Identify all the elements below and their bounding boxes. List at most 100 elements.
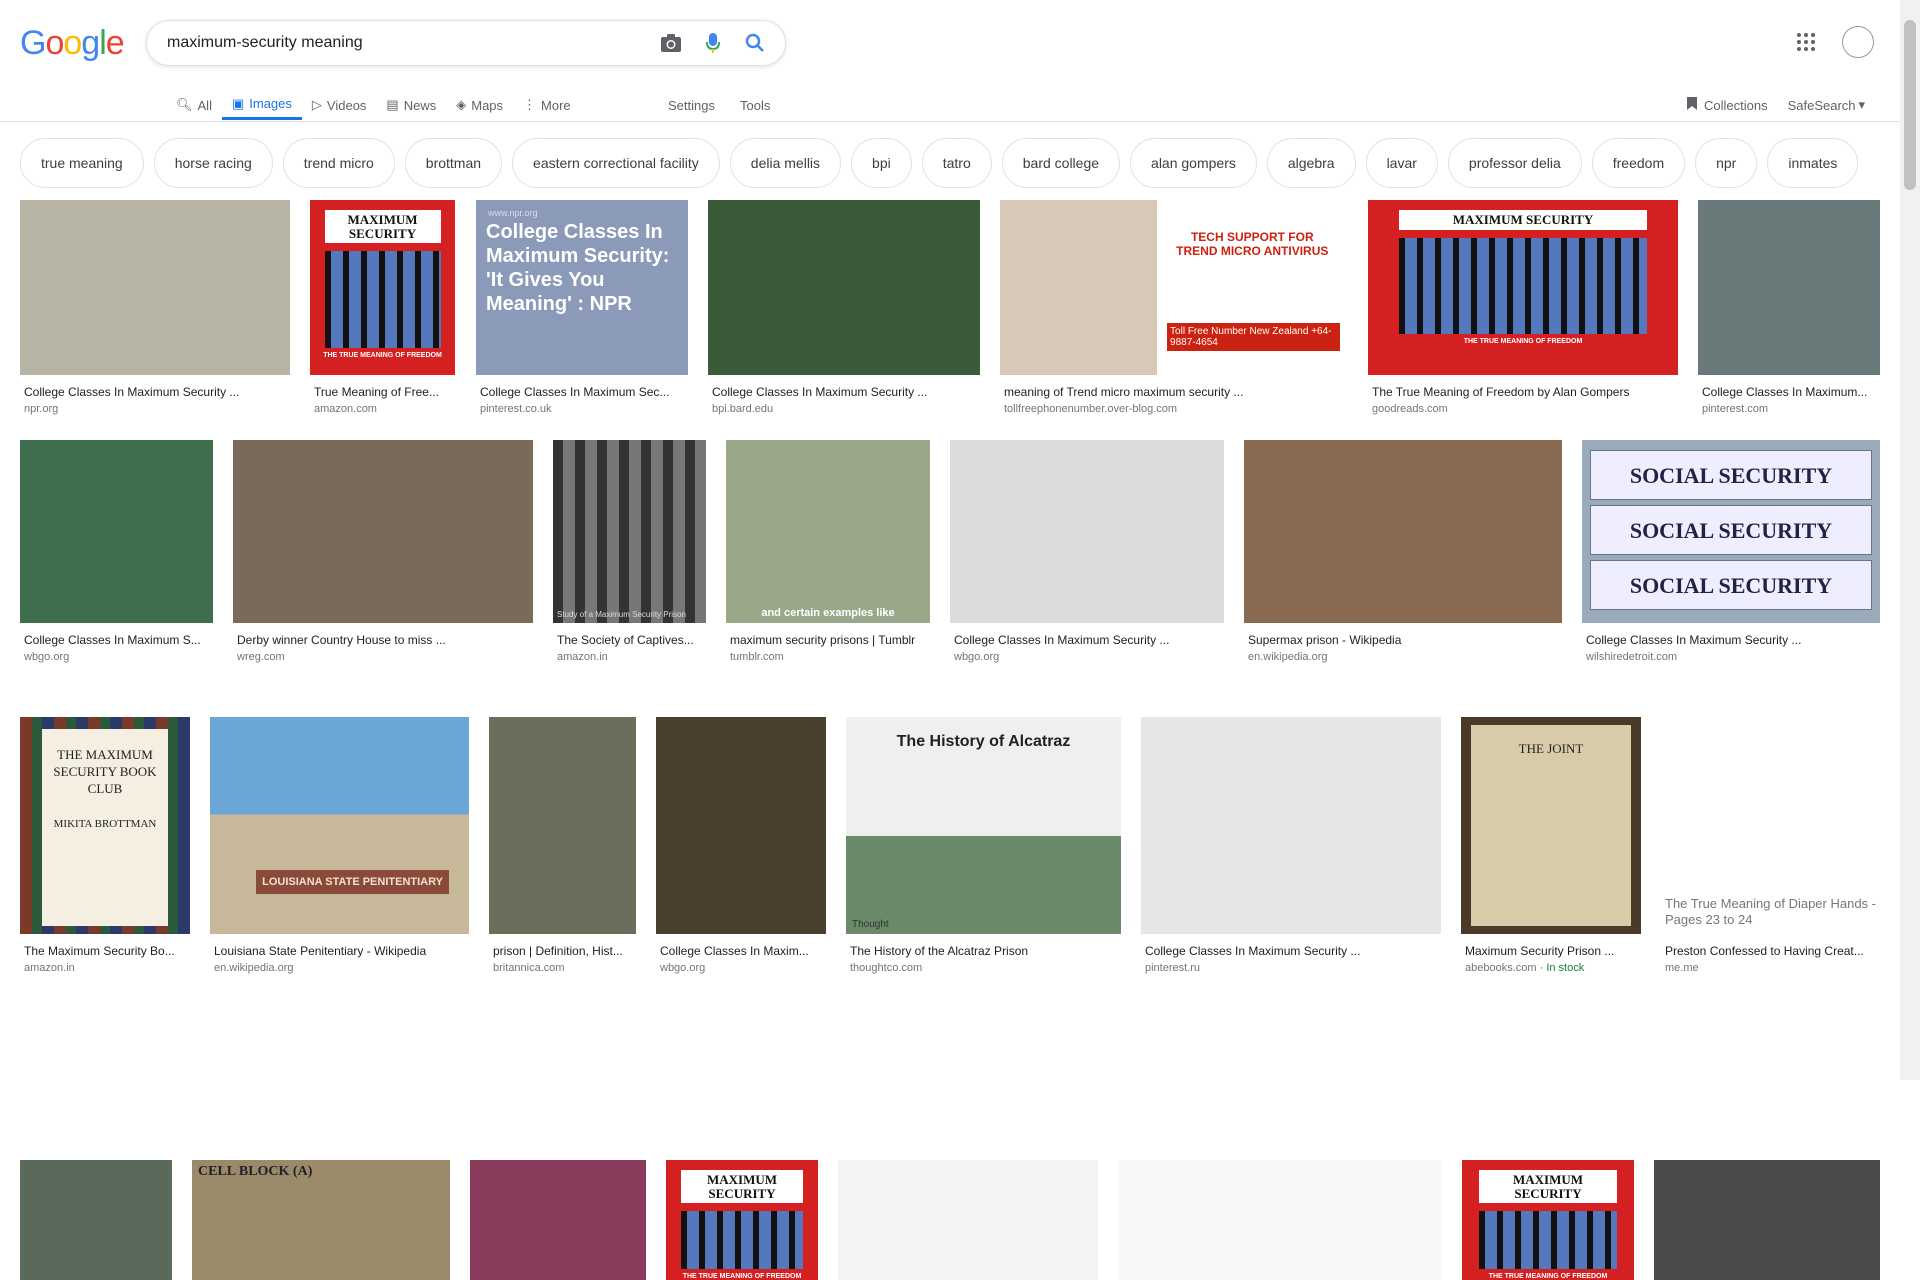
image-result[interactable]: MAXIMUM SECURITY THE TRUE MEANING OF FREE… <box>310 200 455 415</box>
image-result[interactable]: College Classes In Maximum... pinterest.c… <box>1698 200 1880 415</box>
image-result[interactable]: THE MAXIMUM SECURITY BOOK CLUB MIKITA BRO… <box>20 717 190 974</box>
result-thumbnail[interactable]: Study of a Maximum Security Prison <box>553 440 706 623</box>
image-result[interactable] <box>470 1160 646 1280</box>
result-title[interactable]: College Classes In Maximum Security ... <box>1582 633 1880 647</box>
result-thumbnail[interactable]: THE JOINT <box>1461 717 1641 934</box>
tab-maps[interactable]: ◈ Maps <box>446 90 513 120</box>
tools-link[interactable]: Tools <box>740 90 770 120</box>
related-chip[interactable]: bpi <box>851 138 912 188</box>
image-result[interactable]: College Classes In Maximum Security ... p… <box>1141 717 1441 974</box>
related-chip[interactable]: delia mellis <box>729 138 842 188</box>
result-thumbnail[interactable] <box>20 440 213 623</box>
result-title[interactable]: maximum security prisons | Tumblr <box>726 633 930 647</box>
result-thumbnail[interactable] <box>1654 1160 1880 1280</box>
related-chip[interactable]: algebra <box>1266 138 1356 188</box>
tab-more[interactable]: ⋮ More <box>513 90 581 120</box>
result-title[interactable]: The History of the Alcatraz Prison <box>846 944 1121 958</box>
result-title[interactable]: College Classes In Maximum Security ... <box>20 385 290 399</box>
image-result[interactable]: prison | Definition, Hist... britannica.c… <box>489 717 636 974</box>
google-logo[interactable]: Google <box>20 24 125 63</box>
related-chip[interactable]: npr <box>1695 138 1758 188</box>
result-title[interactable]: College Classes In Maximum Security ... <box>708 385 980 399</box>
image-result[interactable]: College Classes In Maximum S... wbgo.org <box>20 440 213 663</box>
related-chip[interactable]: professor delia <box>1447 138 1582 188</box>
search-box[interactable] <box>146 20 786 66</box>
image-result[interactable]: Derby winner Country House to miss ... wr… <box>233 440 533 663</box>
result-title[interactable]: College Classes In Maxim... <box>656 944 826 958</box>
image-result[interactable]: Supermax prison - Wikipedia en.wikipedia.… <box>1244 440 1562 663</box>
related-chip[interactable]: true meaning <box>20 138 144 188</box>
result-thumbnail[interactable]: THE MAXIMUM SECURITY BOOK CLUB MIKITA BRO… <box>20 717 190 934</box>
result-title[interactable]: Supermax prison - Wikipedia <box>1244 633 1562 647</box>
result-thumbnail[interactable]: The True Meaning of Diaper Hands - Pages… <box>1661 717 1880 934</box>
image-result[interactable]: MAXIMUM SECURITY THE TRUE MEANING OF FREE… <box>666 1160 818 1280</box>
image-result[interactable] <box>1654 1160 1880 1280</box>
image-result[interactable] <box>20 1160 172 1280</box>
image-result[interactable]: MAXIMUM SECURITY THE TRUE MEANING OF FREE… <box>1368 200 1678 415</box>
result-title[interactable]: prison | Definition, Hist... <box>489 944 636 958</box>
result-thumbnail[interactable]: and certain examples like <box>726 440 930 623</box>
scrollbar-thumb[interactable] <box>1904 20 1916 190</box>
result-title[interactable]: True Meaning of Free... <box>310 385 455 399</box>
result-thumbnail[interactable] <box>708 200 980 375</box>
result-thumbnail[interactable]: www.npr.org College Classes In Maximum Se… <box>476 200 688 375</box>
result-title[interactable]: College Classes In Maximum... <box>1698 385 1880 399</box>
image-result[interactable] <box>838 1160 1098 1280</box>
image-result[interactable]: College Classes In Maximum Security ... n… <box>20 200 290 415</box>
result-thumbnail[interactable] <box>838 1160 1098 1280</box>
result-thumbnail[interactable]: MAXIMUM SECURITY THE TRUE MEANING OF FREE… <box>1368 200 1678 375</box>
result-thumbnail[interactable]: TECH SUPPORT FOR TREND MICRO ANTIVIRUS To… <box>1000 200 1348 375</box>
related-chip[interactable]: inmates <box>1767 138 1859 188</box>
image-result[interactable]: MAXIMUM SECURITY THE TRUE MEANING OF FREE… <box>1462 1160 1634 1280</box>
image-result[interactable]: College Classes In Maxim... wbgo.org <box>656 717 826 974</box>
image-result[interactable]: College Classes In Maximum Security ... b… <box>708 200 980 415</box>
microphone-icon[interactable] <box>701 31 725 55</box>
related-chip[interactable]: alan gompers <box>1130 138 1257 188</box>
result-thumbnail[interactable]: MAXIMUM SECURITY THE TRUE MEANING OF FREE… <box>310 200 455 375</box>
image-result[interactable]: CELL BLOCK (A) <box>192 1160 450 1280</box>
safesearch-dropdown[interactable]: SafeSearch ▾ <box>1788 97 1865 113</box>
related-chip[interactable]: trend micro <box>282 138 395 188</box>
tab-news[interactable]: ▤ News <box>376 90 446 120</box>
result-thumbnail[interactable] <box>20 200 290 375</box>
result-thumbnail[interactable]: MAXIMUM SECURITY THE TRUE MEANING OF FREE… <box>1462 1160 1634 1280</box>
search-input[interactable] <box>167 34 659 52</box>
result-thumbnail[interactable] <box>1698 200 1880 375</box>
image-result[interactable]: The History of Alcatraz Thought The Histor… <box>846 717 1121 974</box>
result-thumbnail[interactable] <box>20 1160 172 1280</box>
image-result[interactable] <box>1118 1160 1442 1280</box>
image-result[interactable]: and certain examples like maximum securit… <box>726 440 930 663</box>
related-chip[interactable]: tatro <box>921 138 992 188</box>
result-thumbnail[interactable] <box>656 717 826 934</box>
related-chip[interactable]: eastern correctional facility <box>512 138 720 188</box>
result-thumbnail[interactable] <box>1244 440 1562 623</box>
account-avatar[interactable] <box>1842 26 1874 58</box>
tab-videos[interactable]: ▷ Videos <box>302 90 377 120</box>
result-thumbnail[interactable] <box>1141 717 1441 934</box>
result-thumbnail[interactable]: MAXIMUM SECURITY THE TRUE MEANING OF FREE… <box>666 1160 818 1280</box>
result-title[interactable]: College Classes In Maximum Sec... <box>476 385 688 399</box>
image-result[interactable]: TECH SUPPORT FOR TREND MICRO ANTIVIRUS To… <box>1000 200 1348 415</box>
image-result[interactable]: www.npr.org College Classes In Maximum Se… <box>476 200 688 415</box>
image-result[interactable]: The True Meaning of Diaper Hands - Pages… <box>1661 717 1880 974</box>
image-result[interactable]: LOUISIANA STATE PENITENTIARY Louisiana St… <box>210 717 469 974</box>
settings-link[interactable]: Settings <box>668 90 715 120</box>
result-title[interactable]: meaning of Trend micro maximum security … <box>1000 385 1348 399</box>
image-result[interactable]: Study of a Maximum Security Prison The So… <box>553 440 706 663</box>
related-chip[interactable]: horse racing <box>153 138 273 188</box>
apps-grid-icon[interactable] <box>1796 32 1820 56</box>
scrollbar[interactable] <box>1900 0 1920 1080</box>
image-result[interactable]: SOCIAL SECURITY SOCIAL SECURITY SOCIAL SEC… <box>1582 440 1880 663</box>
tab-images[interactable]: ▣ Images <box>221 90 302 120</box>
result-thumbnail[interactable] <box>470 1160 646 1280</box>
result-thumbnail[interactable] <box>950 440 1224 623</box>
result-title[interactable]: College Classes In Maximum Security ... <box>950 633 1224 647</box>
camera-icon[interactable] <box>659 31 683 55</box>
result-title[interactable]: College Classes In Maximum S... <box>20 633 213 647</box>
image-result[interactable]: College Classes In Maximum Security ... w… <box>950 440 1224 663</box>
result-title[interactable]: The Society of Captives... <box>553 633 706 647</box>
search-icon[interactable] <box>743 31 767 55</box>
related-chip[interactable]: bard college <box>1001 138 1121 188</box>
result-thumbnail[interactable] <box>489 717 636 934</box>
result-title[interactable]: Maximum Security Prison ... <box>1461 944 1641 958</box>
